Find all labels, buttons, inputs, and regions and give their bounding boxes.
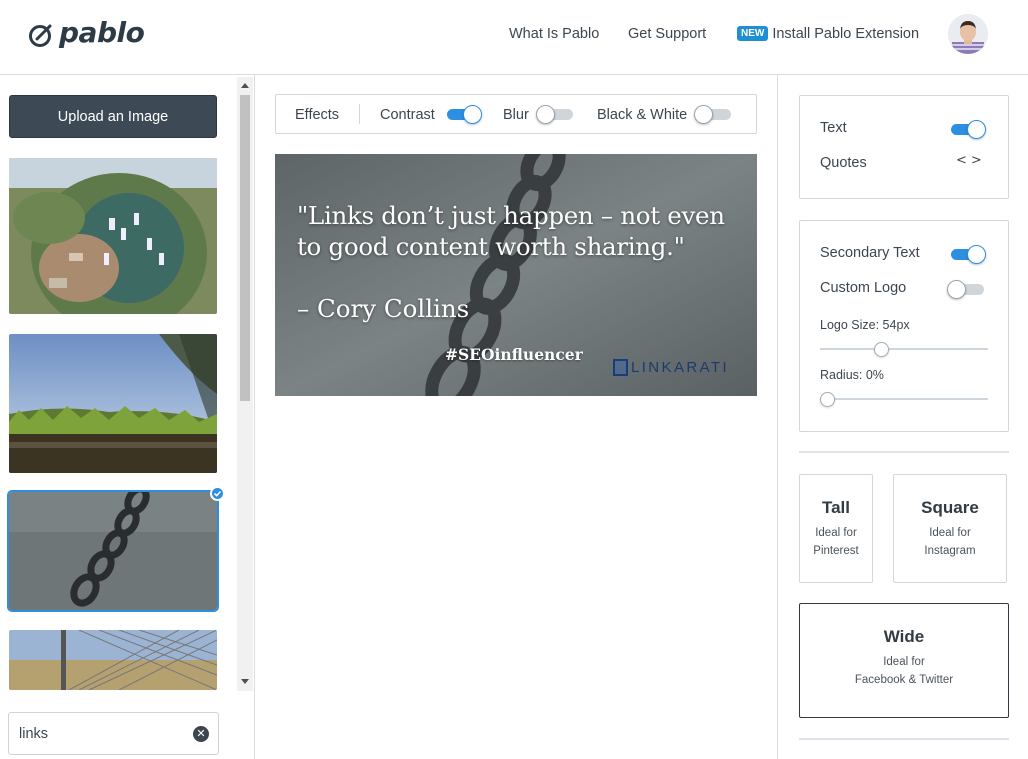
size-tall-button[interactable]: Tall Ideal for Pinterest xyxy=(799,474,873,583)
quote-text[interactable]: "Links don’t just happen – not even to g… xyxy=(297,200,747,262)
image-canvas[interactable]: "Links don’t just happen – not even to g… xyxy=(275,154,757,396)
logo-size-handle[interactable] xyxy=(874,342,889,357)
sidebar-scrollbar[interactable] xyxy=(237,77,253,691)
black-white-toggle[interactable] xyxy=(694,105,732,124)
scroll-up-icon[interactable] xyxy=(241,83,249,88)
nav-install-extension[interactable]: NEW Install Pablo Extension xyxy=(737,26,919,42)
image-search-input[interactable] xyxy=(19,723,189,745)
secondary-text[interactable]: #SEOinfluencer xyxy=(445,345,583,364)
image-thumbnail-chain[interactable] xyxy=(7,490,219,612)
image-thumbnail-hedge[interactable] xyxy=(9,334,217,473)
quote-line-1: "Links don’t just happen – not even xyxy=(297,201,725,230)
contrast-label: Contrast xyxy=(380,107,435,123)
quotes-arrows-icon[interactable]: <> xyxy=(956,153,986,168)
pablo-logo-icon xyxy=(29,24,52,47)
size-wide-button[interactable]: Wide Ideal for Facebook & Twitter xyxy=(799,603,1009,718)
blur-toggle[interactable] xyxy=(536,105,574,124)
size-wide-title: Wide xyxy=(883,627,925,646)
size-square-title: Square xyxy=(921,498,979,517)
linkarati-logo-text: LINKARATI xyxy=(631,359,730,376)
radius-slider[interactable] xyxy=(820,392,988,407)
secondary-settings-card: Secondary Text Custom Logo Logo Size: 54… xyxy=(799,220,1009,432)
quote-line-2: to good content worth sharing." xyxy=(297,232,685,261)
app-header: pablo What Is Pablo Get Support NEW Insta… xyxy=(0,0,1028,75)
custom-logo-label: Custom Logo xyxy=(820,280,907,296)
logo-size-slider[interactable] xyxy=(820,342,988,357)
image-thumbnail-fence[interactable] xyxy=(9,630,217,690)
radius-label: Radius: 0% xyxy=(820,368,884,382)
size-tall-description: Ideal for Pinterest xyxy=(813,527,859,557)
text-label: Text xyxy=(820,120,847,136)
custom-logo[interactable]: LINKARATI xyxy=(613,359,729,376)
clear-search-icon[interactable]: ✕ xyxy=(193,726,209,742)
logo-size-label: Logo Size: 54px xyxy=(820,318,910,332)
size-tall-title: Tall xyxy=(821,498,851,517)
size-square-button[interactable]: Square Ideal for Instagram xyxy=(893,474,1007,583)
nav-get-support[interactable]: Get Support xyxy=(628,26,706,42)
section-divider-bottom xyxy=(799,738,1009,740)
size-wide-description: Ideal for Facebook & Twitter xyxy=(854,656,954,686)
quote-author[interactable]: – Cory Collins xyxy=(297,294,469,323)
text-settings-card: Text Quotes <> xyxy=(799,95,1009,199)
pablo-logo[interactable]: pablo xyxy=(28,16,145,49)
text-toggle[interactable] xyxy=(948,120,986,139)
black-white-label: Black & White xyxy=(597,107,688,123)
install-extension-label: Install Pablo Extension xyxy=(772,26,920,42)
contrast-toggle[interactable] xyxy=(444,105,482,124)
image-sidebar: Upload an Image links ✕ xyxy=(0,75,255,759)
secondary-text-toggle[interactable] xyxy=(948,245,986,264)
nav-what-is-pablo[interactable]: What Is Pablo xyxy=(509,26,599,42)
hedge-image xyxy=(9,334,217,473)
marina-image xyxy=(9,158,217,314)
settings-panel: Text Quotes <> Secondary Text Custom Log… xyxy=(777,75,1028,759)
avatar-image xyxy=(948,14,988,54)
scroll-down-icon[interactable] xyxy=(241,679,249,684)
secondary-text-label: Secondary Text xyxy=(820,245,920,261)
upload-image-button[interactable]: Upload an Image xyxy=(9,95,217,138)
quotes-label: Quotes xyxy=(820,155,867,171)
scrollbar-thumb[interactable] xyxy=(240,95,250,401)
size-square-description: Ideal for Instagram xyxy=(924,527,976,557)
effects-divider xyxy=(359,104,360,124)
logo-text: pablo xyxy=(59,16,145,49)
fence-image xyxy=(9,630,217,690)
blur-label: Blur xyxy=(503,107,529,123)
linkarati-logo-icon xyxy=(613,359,628,376)
effects-label: Effects xyxy=(295,107,340,123)
section-divider xyxy=(799,451,1009,453)
radius-handle[interactable] xyxy=(820,392,835,407)
custom-logo-toggle[interactable] xyxy=(947,280,985,299)
selected-check-icon xyxy=(210,486,225,501)
new-badge: NEW xyxy=(737,26,769,41)
user-avatar[interactable] xyxy=(948,14,988,54)
chain-image xyxy=(9,492,217,610)
image-thumbnail-marina[interactable] xyxy=(9,158,217,314)
effects-bar: Effects Contrast Blur Black & White xyxy=(275,94,757,134)
image-search: ✕ xyxy=(8,712,219,755)
